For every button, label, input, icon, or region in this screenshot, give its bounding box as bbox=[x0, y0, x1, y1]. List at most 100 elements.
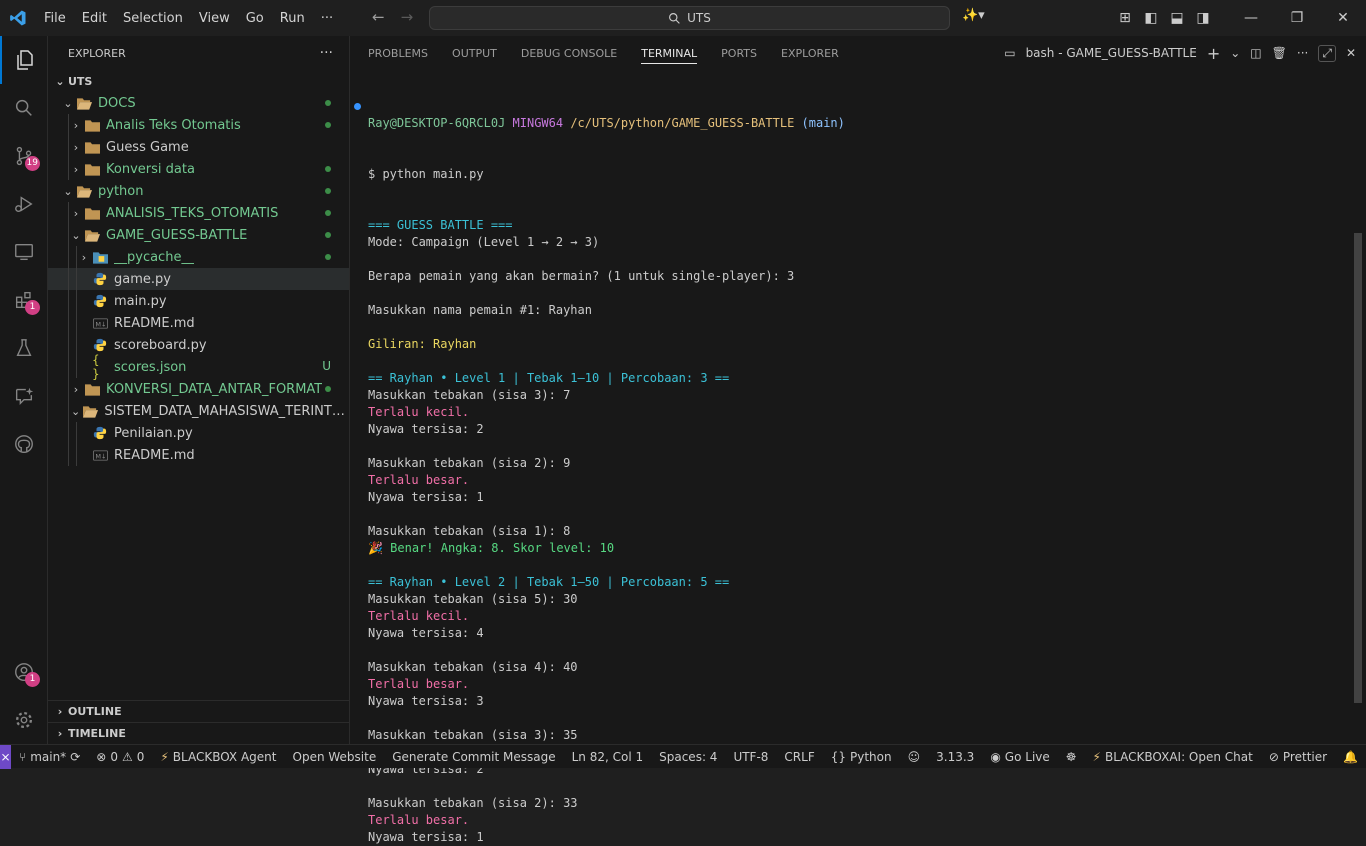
tree-item[interactable]: › KONVERSI_DATA_ANTAR_FORMAT bbox=[48, 378, 349, 400]
timeline-section[interactable]: › TIMELINE bbox=[48, 722, 350, 744]
panel-tab-output[interactable]: OUTPUT bbox=[452, 36, 497, 70]
terminal-line: Mode: Campaign (Level 1 → 2 → 3) bbox=[368, 235, 600, 249]
tree-item[interactable]: › Guess Game bbox=[48, 136, 349, 158]
tree-item-label: scoreboard.py bbox=[114, 337, 207, 353]
branch-label: main* bbox=[30, 749, 67, 764]
maximize-panel-icon[interactable]: ⤢ bbox=[1318, 44, 1336, 62]
testing-flask-icon[interactable] bbox=[0, 324, 48, 372]
search-label: UTS bbox=[687, 11, 711, 25]
menu-more[interactable]: ··· bbox=[313, 11, 341, 26]
remote-explorer-icon[interactable] bbox=[0, 228, 48, 276]
menu-bar: File Edit Selection View Go Run ··· bbox=[36, 0, 341, 36]
trash-icon[interactable]: 🗑 bbox=[1272, 46, 1287, 60]
chevron-down-icon[interactable]: ⌄ bbox=[1230, 46, 1240, 60]
tree-item[interactable]: { } scores.json U bbox=[48, 353, 349, 381]
tree-item[interactable]: › ANALISIS_TEKS_OTOMATIS bbox=[48, 202, 349, 224]
tree-item[interactable]: game.py bbox=[48, 268, 349, 290]
remote-indicator-icon[interactable]: ⨯ bbox=[0, 744, 11, 769]
close-icon[interactable]: ✕ bbox=[1320, 10, 1366, 26]
panel-tab-ports[interactable]: PORTS bbox=[721, 36, 757, 70]
generate-commit-status[interactable]: Generate Commit Message bbox=[384, 750, 563, 764]
tree-item[interactable]: › Analis Teks Otomatis bbox=[48, 114, 349, 136]
terminal-line: Nyawa tersisa: 4 bbox=[368, 626, 484, 640]
menu-file[interactable]: File bbox=[36, 11, 74, 26]
prettier-status[interactable]: ⊘ Prettier bbox=[1261, 750, 1335, 764]
tree-item[interactable]: main.py bbox=[48, 290, 349, 312]
tree-item[interactable]: › Konversi data bbox=[48, 158, 349, 180]
panel-tab-terminal[interactable]: TERMINAL bbox=[641, 36, 697, 70]
explorer-more-button[interactable]: ··· bbox=[320, 45, 333, 61]
tree-item[interactable]: ⌄ python bbox=[48, 180, 349, 202]
tree-item[interactable]: › __pycache__ bbox=[48, 246, 349, 268]
tree-item[interactable]: Penilaian.py bbox=[48, 422, 349, 444]
terminal-line: Nyawa tersisa: 3 bbox=[368, 694, 484, 708]
terminal-line: Nyawa tersisa: 1 bbox=[368, 490, 484, 504]
tree-item[interactable]: M↓ README.md bbox=[48, 444, 349, 466]
terminal-output[interactable]: Ray@DESKTOP-6QRCL0J MINGW64 /c/UTS/pytho… bbox=[368, 81, 1353, 846]
tree-item-label: Konversi data bbox=[106, 161, 195, 177]
command-center-search[interactable]: UTS bbox=[429, 6, 950, 30]
panel-tab-debug-console[interactable]: DEBUG CONSOLE bbox=[521, 36, 617, 70]
run-debug-icon[interactable] bbox=[0, 180, 48, 228]
outline-section[interactable]: › OUTLINE bbox=[48, 700, 350, 722]
more-actions-icon[interactable]: ··· bbox=[1297, 46, 1308, 60]
workspace-root[interactable]: ⌄ UTS bbox=[48, 70, 349, 92]
copilot-status-icon[interactable]: ☺ bbox=[900, 750, 929, 764]
toggle-secondary-sidebar-icon[interactable]: ◨ bbox=[1190, 10, 1216, 26]
indentation-status[interactable]: Spaces: 4 bbox=[651, 750, 725, 764]
menu-go[interactable]: Go bbox=[238, 11, 272, 26]
search-icon[interactable] bbox=[0, 84, 48, 132]
go-live-status[interactable]: ◉ Go Live bbox=[982, 750, 1057, 764]
cursor-position[interactable]: Ln 82, Col 1 bbox=[564, 750, 652, 764]
tree-item[interactable]: ⌄ GAME_GUESS-BATTLE bbox=[48, 224, 349, 246]
explorer-icon[interactable] bbox=[0, 36, 48, 84]
accounts-badge: 1 bbox=[25, 672, 40, 687]
accounts-icon[interactable]: 1 bbox=[0, 648, 48, 696]
github-icon[interactable] bbox=[0, 420, 48, 468]
git-branch-icon: ⑂ bbox=[19, 749, 27, 764]
menu-view[interactable]: View bbox=[191, 11, 238, 26]
terminal-line: Masukkan tebakan (sisa 1): 8 bbox=[368, 524, 571, 538]
terminal-name[interactable]: bash - GAME_GUESS-BATTLE bbox=[1026, 46, 1197, 60]
new-terminal-icon[interactable]: + bbox=[1207, 44, 1220, 63]
notifications-bell-icon[interactable]: 🔔 bbox=[1335, 750, 1366, 764]
panel-tab-problems[interactable]: PROBLEMS bbox=[368, 36, 428, 70]
menu-run[interactable]: Run bbox=[272, 11, 313, 26]
menu-selection[interactable]: Selection bbox=[115, 11, 191, 26]
source-control-icon[interactable]: 19 bbox=[0, 132, 48, 180]
accounts-status-icon[interactable]: ☸ bbox=[1058, 750, 1085, 764]
settings-gear-icon[interactable] bbox=[0, 696, 48, 744]
back-arrow-icon[interactable]: ← bbox=[372, 8, 385, 26]
terminal-scrollbar-thumb[interactable] bbox=[1354, 233, 1362, 703]
copilot-chat-icon[interactable] bbox=[0, 372, 48, 420]
blackbox-agent-status[interactable]: ⚡ BLACKBOX Agent bbox=[152, 750, 284, 764]
extensions-icon[interactable]: 1 bbox=[0, 276, 48, 324]
customize-layout-icon[interactable]: ⊞ bbox=[1112, 10, 1138, 26]
toggle-sidebar-icon[interactable]: ◧ bbox=[1138, 10, 1164, 26]
encoding-status[interactable]: UTF-8 bbox=[725, 750, 776, 764]
go-live-label: Go Live bbox=[1004, 749, 1050, 764]
git-modified-dot bbox=[325, 122, 331, 128]
minimize-icon[interactable]: — bbox=[1228, 10, 1274, 26]
indent-guide bbox=[76, 422, 77, 444]
menu-edit[interactable]: Edit bbox=[74, 11, 115, 26]
panel-tab-explorer[interactable]: EXPLORER bbox=[781, 36, 839, 70]
language-status[interactable]: {} Python bbox=[823, 750, 900, 764]
close-panel-icon[interactable]: ✕ bbox=[1346, 46, 1356, 60]
problems-status[interactable]: ⊗ 0 ⚠ 0 bbox=[88, 750, 152, 764]
tree-item[interactable]: M↓ README.md bbox=[48, 312, 349, 334]
tree-item[interactable]: ⌄ SISTEM_DATA_MAHASISWA_TERINTEG... bbox=[48, 400, 349, 422]
forward-arrow-icon[interactable]: → bbox=[401, 8, 414, 26]
explorer-sidebar: EXPLORER ··· ⌄ UTS ⌄ DOCS › Analis Teks Oto… bbox=[48, 36, 350, 744]
branch-status[interactable]: ⑂ main* ⟳ bbox=[11, 750, 88, 764]
open-website-status[interactable]: Open Website bbox=[285, 750, 385, 764]
copilot-icon[interactable]: ✨▾ bbox=[962, 8, 985, 23]
split-terminal-icon[interactable]: ◫ bbox=[1250, 46, 1261, 60]
git-status-badge: U bbox=[322, 359, 331, 373]
tree-item[interactable]: ⌄ DOCS bbox=[48, 92, 349, 114]
blackbox-chat-status[interactable]: ⚡ BLACKBOXAI: Open Chat bbox=[1085, 750, 1261, 764]
restore-icon[interactable]: ❐ bbox=[1274, 10, 1320, 26]
toggle-panel-icon[interactable]: ⬓ bbox=[1164, 10, 1190, 26]
python-version-status[interactable]: 3.13.3 bbox=[928, 750, 982, 764]
eol-status[interactable]: CRLF bbox=[776, 750, 822, 764]
